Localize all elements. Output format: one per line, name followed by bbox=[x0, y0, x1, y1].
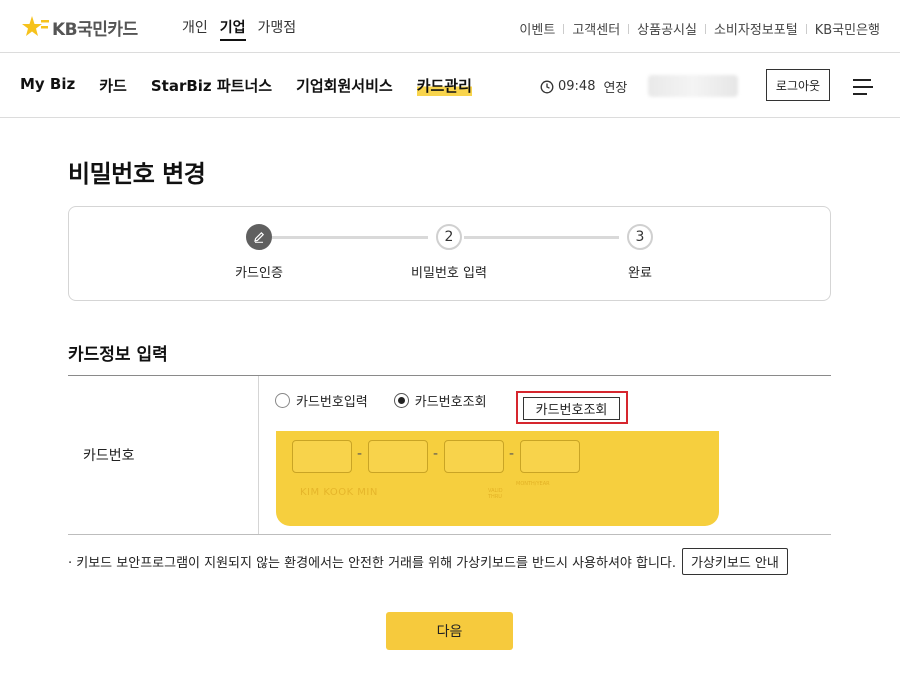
card-holder-name: KIM KOOK MIN bbox=[300, 487, 378, 498]
audience-tabs: 개인 기업 가맹점 bbox=[182, 17, 296, 41]
step-1-label: 카드인증 bbox=[235, 266, 283, 281]
dash: - bbox=[433, 446, 439, 462]
card-image: - - - KIM KOOK MIN VALID THRU MONTH/YEAR bbox=[276, 431, 719, 526]
link-event[interactable]: 이벤트 bbox=[519, 19, 555, 38]
clock-icon bbox=[540, 80, 554, 93]
step-2-circle: 2 bbox=[436, 224, 462, 250]
step-3-circle: 3 bbox=[627, 224, 653, 250]
tab-corporate[interactable]: 기업 bbox=[219, 17, 246, 41]
user-name-blurred bbox=[648, 75, 738, 97]
card-number-label: 카드번호 bbox=[83, 448, 135, 464]
extend-session-button[interactable]: 연장 bbox=[603, 77, 627, 96]
step-3-label: 완료 bbox=[628, 266, 652, 281]
row-header: 카드번호 bbox=[68, 376, 259, 534]
divider bbox=[704, 23, 706, 34]
link-kb-bank[interactable]: KB국민은행 bbox=[815, 19, 880, 38]
tab-merchant[interactable]: 가맹점 bbox=[258, 17, 297, 41]
menu-starbiz-partners[interactable]: StarBiz 파트너스 bbox=[151, 75, 272, 96]
radio-card-number-input[interactable]: 카드번호입력 bbox=[275, 391, 368, 410]
input-mode-radio-group: 카드번호입력 카드번호조회 bbox=[275, 391, 513, 410]
progress-stepper: 2 3 카드인증 비밀번호 입력 완료 bbox=[68, 206, 831, 301]
card-number-field-2[interactable] bbox=[368, 440, 428, 473]
thru-label: THRU bbox=[488, 494, 502, 500]
radio-card-number-lookup[interactable]: 카드번호조회 bbox=[393, 391, 487, 410]
radio-unchecked-icon[interactable] bbox=[275, 393, 290, 408]
top-bar: KB국민카드 개인 기업 가맹점 이벤트 고객센터 상품공시실 소비자정보포털 … bbox=[0, 0, 900, 53]
pencil-icon bbox=[254, 231, 265, 243]
divider bbox=[628, 23, 630, 34]
card-info-table: 카드번호 카드번호입력 카드번호조회 카드번호조회 - - - KIM KOOK… bbox=[68, 375, 831, 535]
step-connector bbox=[272, 236, 428, 239]
notice-text: · 키보드 보안프로그램이 지원되지 않는 환경에서는 안전한 거래를 위해 가… bbox=[68, 556, 677, 571]
menu-corporate-member-service[interactable]: 기업회원서비스 bbox=[296, 75, 393, 96]
hamburger-menu-icon[interactable] bbox=[853, 77, 873, 95]
month-year-label: MONTH/YEAR bbox=[516, 481, 550, 487]
step-1-complete-icon bbox=[246, 224, 272, 250]
card-number-field-3[interactable] bbox=[444, 440, 504, 473]
menu-card-management[interactable]: 카드관리 bbox=[416, 75, 472, 96]
kb-card-logo[interactable]: KB국민카드 bbox=[20, 14, 138, 40]
next-button[interactable]: 다음 bbox=[386, 612, 513, 650]
logo-text: KB국민카드 bbox=[52, 19, 138, 40]
divider bbox=[563, 23, 565, 34]
lookup-highlight: 카드번호조회 bbox=[516, 391, 628, 424]
dash: - bbox=[357, 446, 363, 462]
main-nav: My Biz 카드 StarBiz 파트너스 기업회원서비스 카드관리 09:4… bbox=[0, 54, 900, 118]
virtual-keyboard-guide-button[interactable]: 가상키보드 안내 bbox=[682, 548, 788, 575]
link-consumer-portal[interactable]: 소비자정보포털 bbox=[714, 19, 798, 38]
radio-checked-icon[interactable] bbox=[393, 393, 409, 408]
step-connector bbox=[464, 236, 619, 239]
session-timer: 09:48 연장 bbox=[540, 77, 627, 96]
kb-star-icon bbox=[22, 16, 49, 36]
step-2-label: 비밀번호 입력 bbox=[411, 266, 487, 281]
session-time: 09:48 bbox=[558, 79, 596, 94]
dash: - bbox=[509, 446, 515, 462]
radio-label: 카드번호입력 bbox=[296, 395, 368, 410]
virtual-keyboard-notice: · 키보드 보안프로그램이 지원되지 않는 환경에서는 안전한 거래를 위해 가… bbox=[68, 548, 788, 575]
divider bbox=[805, 23, 807, 34]
tab-personal[interactable]: 개인 bbox=[182, 17, 208, 41]
radio-label: 카드번호조회 bbox=[414, 395, 487, 410]
logout-button[interactable]: 로그아웃 bbox=[766, 69, 830, 101]
menu-card[interactable]: 카드 bbox=[99, 75, 127, 96]
section-title: 카드정보 입력 bbox=[68, 345, 168, 365]
page-title: 비밀번호 변경 bbox=[68, 160, 206, 188]
link-product-disclosure[interactable]: 상품공시실 bbox=[637, 19, 697, 38]
menu-my-biz[interactable]: My Biz bbox=[20, 75, 75, 96]
utility-links: 이벤트 고객센터 상품공시실 소비자정보포털 KB국민은행 bbox=[519, 19, 880, 38]
card-number-lookup-button[interactable]: 카드번호조회 bbox=[523, 397, 620, 420]
main-menu: My Biz 카드 StarBiz 파트너스 기업회원서비스 카드관리 bbox=[20, 75, 496, 96]
card-number-field-1[interactable] bbox=[292, 440, 352, 473]
card-number-field-4[interactable] bbox=[520, 440, 580, 473]
link-customer-center[interactable]: 고객센터 bbox=[572, 19, 620, 38]
